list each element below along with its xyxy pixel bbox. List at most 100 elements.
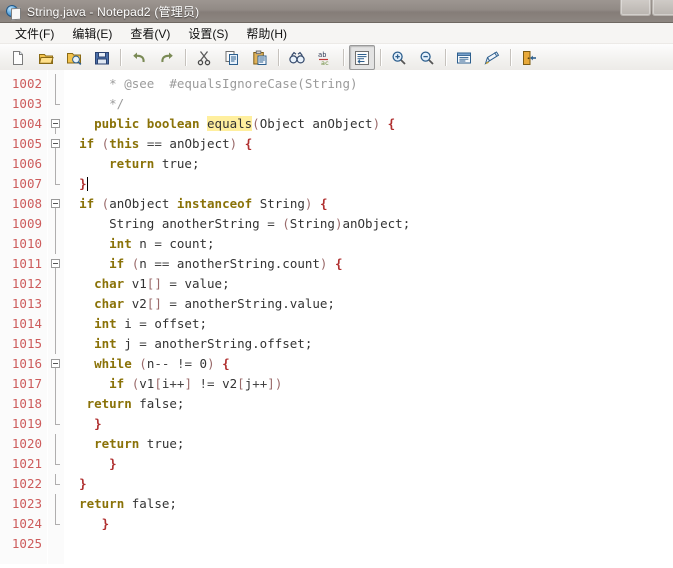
code-line[interactable]: if (n == anotherString.count) { xyxy=(64,254,673,274)
code-line[interactable]: int i = offset; xyxy=(64,314,673,334)
code-line[interactable]: return true; xyxy=(64,154,673,174)
paste-icon[interactable] xyxy=(247,45,273,70)
code-line[interactable]: while (n-- != 0) { xyxy=(64,354,673,374)
code-token xyxy=(64,376,109,391)
code-token: v1 xyxy=(124,276,147,291)
line-number: 1019 xyxy=(0,414,47,434)
fold-marker[interactable] xyxy=(48,194,64,214)
code-line[interactable]: } xyxy=(64,474,673,494)
menu-view[interactable]: 查看(V) xyxy=(121,23,179,44)
line-number: 1014 xyxy=(0,314,47,334)
fold-marker[interactable] xyxy=(48,254,64,274)
code-token: -- xyxy=(154,356,169,371)
open-file-icon[interactable] xyxy=(33,45,59,70)
fold-marker xyxy=(48,294,64,314)
code-line[interactable]: if (anObject instanceof String) { xyxy=(64,194,673,214)
window-title: String.java - Notepad2 (管理员) xyxy=(27,3,199,20)
zoom-out-icon[interactable] xyxy=(414,45,440,70)
fold-marker xyxy=(48,494,64,514)
code-line[interactable]: } xyxy=(64,414,673,434)
code-line[interactable]: } xyxy=(64,514,673,534)
code-token: n xyxy=(132,236,155,251)
code-token: anotherString.count xyxy=(169,256,320,271)
code-token xyxy=(64,416,94,431)
window-controls[interactable] xyxy=(619,0,673,16)
code-line[interactable]: } xyxy=(64,454,673,474)
code-line[interactable]: return true; xyxy=(64,434,673,454)
code-token xyxy=(64,256,109,271)
line-number: 1007 xyxy=(0,174,47,194)
fold-margin[interactable] xyxy=(48,70,64,568)
save-file-icon[interactable] xyxy=(89,45,115,70)
line-number: 1013 xyxy=(0,294,47,314)
notepad2-window: String.java - Notepad2 (管理员) 文件(F) 编辑(E)… xyxy=(0,0,673,568)
scheme-icon[interactable] xyxy=(451,45,477,70)
code-token: anObject; xyxy=(342,216,410,231)
undo-icon[interactable] xyxy=(126,45,152,70)
line-number: 1017 xyxy=(0,374,47,394)
code-token xyxy=(139,136,147,151)
line-number: 1015 xyxy=(0,334,47,354)
code-line[interactable]: int n = count; xyxy=(64,234,673,254)
close-button[interactable] xyxy=(652,0,673,16)
code-token: != xyxy=(200,376,215,391)
code-line[interactable]: if (v1[i++] != v2[j++]) xyxy=(64,374,673,394)
code-token xyxy=(64,516,102,531)
code-line[interactable]: return false; xyxy=(64,494,673,514)
title-bar[interactable]: String.java - Notepad2 (管理员) xyxy=(0,0,673,23)
code-token: 0 xyxy=(192,356,207,371)
browse-file-icon[interactable] xyxy=(61,45,87,70)
code-token: [ xyxy=(237,376,245,391)
menu-file[interactable]: 文件(F) xyxy=(6,23,63,44)
line-number: 1011 xyxy=(0,254,47,274)
fold-marker[interactable] xyxy=(48,354,64,374)
code-token: } xyxy=(79,476,87,491)
code-token: ) xyxy=(207,356,215,371)
code-line[interactable]: */ xyxy=(64,94,673,114)
code-line[interactable]: * @see #equalsIgnoreCase(String) xyxy=(64,74,673,94)
code-token: false; xyxy=(132,396,185,411)
replace-icon[interactable]: ab ac xyxy=(312,45,338,70)
code-token: = xyxy=(169,276,177,291)
cut-icon[interactable] xyxy=(191,45,217,70)
menu-edit[interactable]: 编辑(E) xyxy=(63,23,121,44)
code-line[interactable] xyxy=(64,534,673,554)
line-number: 1024 xyxy=(0,514,47,534)
code-line[interactable]: char v1[] = value; xyxy=(64,274,673,294)
code-token xyxy=(199,116,207,131)
fold-marker[interactable] xyxy=(48,134,64,154)
code-line[interactable]: } xyxy=(64,174,673,194)
code-line[interactable]: int j = anotherString.offset; xyxy=(64,334,673,354)
zoom-in-icon[interactable] xyxy=(386,45,412,70)
code-token: return xyxy=(109,156,154,171)
new-file-icon[interactable] xyxy=(5,45,31,70)
redo-icon[interactable] xyxy=(154,45,180,70)
code-token: this xyxy=(109,136,139,151)
menu-help[interactable]: 帮助(H) xyxy=(237,23,296,44)
code-token: { xyxy=(222,356,230,371)
code-line[interactable]: return false; xyxy=(64,394,673,414)
line-number: 1010 xyxy=(0,234,47,254)
code-line[interactable]: String anotherString = (String)anObject; xyxy=(64,214,673,234)
exit-icon[interactable] xyxy=(516,45,542,70)
copy-icon[interactable] xyxy=(219,45,245,70)
code-text-area[interactable]: * @see #equalsIgnoreCase(String) */ publ… xyxy=(64,70,673,568)
fold-marker xyxy=(48,374,64,394)
toolbar-separator xyxy=(510,49,511,66)
code-line[interactable]: public boolean equals(Object anObject) { xyxy=(64,114,673,134)
maximize-button[interactable] xyxy=(620,0,651,16)
fold-marker xyxy=(48,174,64,194)
code-line[interactable]: char v2[] = anotherString.value; xyxy=(64,294,673,314)
menu-settings[interactable]: 设置(S) xyxy=(179,23,237,44)
code-token: = xyxy=(139,316,147,331)
code-editor[interactable]: 1002100310041005100610071008100910101011… xyxy=(0,70,673,568)
scheme-options-icon[interactable] xyxy=(479,45,505,70)
word-wrap-icon[interactable] xyxy=(349,45,375,70)
code-line[interactable]: if (this == anObject) { xyxy=(64,134,673,154)
line-number: 1003 xyxy=(0,94,47,114)
find-icon[interactable] xyxy=(284,45,310,70)
code-token xyxy=(327,256,335,271)
code-token xyxy=(169,356,177,371)
line-number: 1012 xyxy=(0,274,47,294)
fold-marker[interactable] xyxy=(48,114,64,134)
